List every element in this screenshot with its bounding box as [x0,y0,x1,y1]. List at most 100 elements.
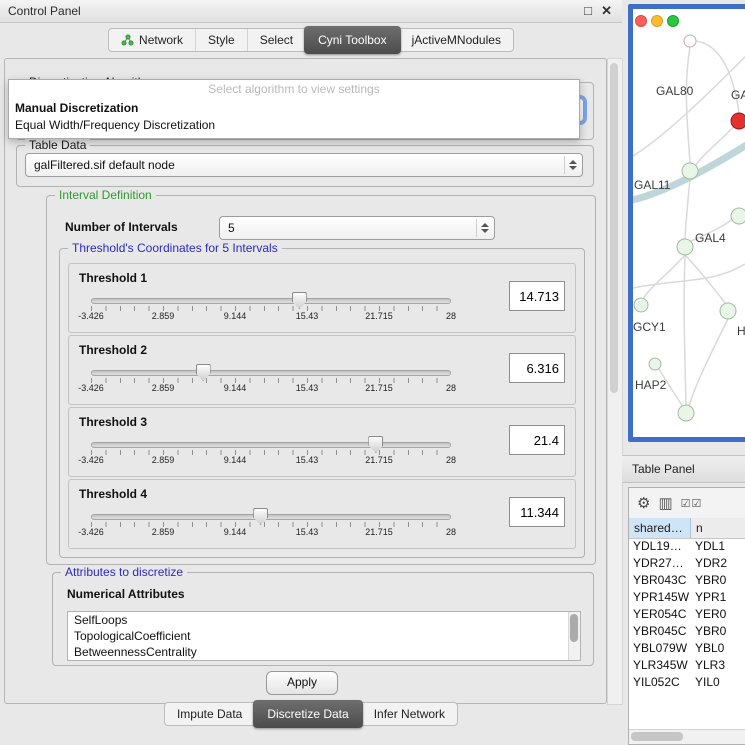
table-row[interactable]: YER054C YER0 [629,606,745,623]
slider-track[interactable] [91,370,451,376]
cell: YBR043C [629,572,691,589]
table-data-group: Table Data galFiltered.sif default node [16,145,594,187]
combo-arrows-icon [476,219,492,237]
threshold-4-value[interactable] [509,497,565,527]
combo-arrows-icon [564,156,580,174]
tab-impute-data[interactable]: Impute Data [165,703,254,725]
cell: YER054C [629,606,691,623]
threshold-1-value[interactable] [509,281,565,311]
tick-label: 9.144 [224,311,247,321]
table-row[interactable]: YIL052C YIL0 [629,674,745,691]
tab-network[interactable]: Network [109,29,195,51]
network-node[interactable] [678,405,694,421]
dropdown-option-equal-width[interactable]: Equal Width/Frequency Discretization [15,117,573,133]
interval-definition-title: Interval Definition [55,188,156,202]
table-row[interactable]: YBR045C YBR0 [629,623,745,640]
slider-ticks [91,450,451,455]
checkbox-icons[interactable]: ☑☑ [681,497,703,510]
slider-track[interactable] [91,298,451,304]
cell: YBR045C [629,623,691,640]
table-horizontal-scrollbar[interactable] [629,729,745,744]
tick-label: 28 [446,527,456,537]
network-node[interactable] [720,303,736,319]
threshold-3-panel: Threshold 3 -3.426 2.859 9.144 15.43 21.… [68,407,576,477]
tick-label: -3.426 [78,311,104,321]
apply-button[interactable]: Apply [266,671,338,695]
bottom-tab-bar: Impute Data Discretize Data Infer Networ… [0,702,622,726]
network-node-selected[interactable] [731,113,745,129]
num-intervals-combobox[interactable]: 5 [219,216,495,240]
threshold-3-slider[interactable]: -3.426 2.859 9.144 15.43 21.715 28 [91,436,451,472]
list-vertical-scrollbar[interactable] [568,612,580,660]
tab-cyni-toolbox[interactable]: Cyni Toolbox [304,26,400,54]
bottom-tab-group: Impute Data Discretize Data Infer Networ… [164,702,458,726]
tab-discretize-data[interactable]: Discretize Data [253,700,362,728]
network-node[interactable] [684,35,696,47]
table-row[interactable]: YBR043C YBR0 [629,572,745,589]
threshold-1-panel: Threshold 1 -3.426 2.859 9.144 15.43 21.… [68,263,576,333]
tick-label: 21.715 [365,455,393,465]
table-row[interactable]: YDL19… YDL1 [629,538,745,555]
close-window-icon[interactable]: ✕ [601,0,612,22]
cell: YER0 [691,606,745,623]
scrollbar-thumb[interactable] [631,732,683,741]
list-item[interactable]: BetweennessCentrality [68,644,580,660]
slider-ticks [91,306,451,311]
tab-infer-network[interactable]: Infer Network [362,703,457,725]
table-row[interactable]: YDR27… YDR2 [629,555,745,572]
cell: YLR3 [691,657,745,674]
table-data-group-title: Table Data [25,138,90,152]
table-panel-title: Table Panel [632,456,695,482]
tab-infer-network-label: Infer Network [374,703,445,725]
scrollbar-thumb[interactable] [570,614,578,642]
float-window-icon[interactable]: □ [584,0,592,22]
network-node[interactable] [682,163,698,179]
gear-icon[interactable]: ⚙ [637,494,650,512]
thresholds-group-title: Threshold's Coordinates for 5 Intervals [68,241,282,255]
scrollbar-thumb[interactable] [610,63,618,393]
table-rows: YDL19… YDL1 YDR27… YDR2 YBR043C YBR0 YPR… [629,538,745,730]
threshold-2-value[interactable] [509,353,565,383]
cell: YPR1 [691,589,745,606]
columns-icon[interactable]: ▥ [658,494,672,512]
cell: YDL19… [629,538,691,555]
table-data-combobox[interactable]: galFiltered.sif default node [25,153,583,177]
node-label: GA [731,88,745,102]
tab-style[interactable]: Style [195,29,247,51]
slider-track[interactable] [91,514,451,520]
table-row[interactable]: YLR345W YLR3 [629,657,745,674]
threshold-3-value[interactable] [509,425,565,455]
panel-vertical-scrollbar[interactable] [607,58,623,705]
slider-track[interactable] [91,442,451,448]
tab-cyni-toolbox-label: Cyni Toolbox [318,26,386,54]
threshold-1-slider[interactable]: -3.426 2.859 9.144 15.43 21.715 28 [91,292,451,328]
tick-label: -3.426 [78,455,104,465]
threshold-4-slider[interactable]: -3.426 2.859 9.144 15.43 21.715 28 [91,508,451,544]
network-canvas[interactable]: GAL80 GA GAL11 GAL4 GCY1 H HAP2 [633,9,745,437]
screen: Control Panel □ ✕ Network Style Select [0,0,745,745]
top-tab-bar: Network Style Select Cyni Toolbox jActiv… [0,28,622,52]
tick-label: 9.144 [224,455,247,465]
tick-label: 2.859 [152,311,175,321]
list-item[interactable]: TopologicalCoefficient [68,628,580,644]
tab-jactivemnodules-label: jActiveMNodules [412,29,501,51]
network-node[interactable] [677,239,693,255]
column-header-name[interactable]: n [691,518,745,538]
table-row[interactable]: YPR145W YPR1 [629,589,745,606]
tick-label: 2.859 [152,455,175,465]
tick-label: 21.715 [365,527,393,537]
network-node[interactable] [731,208,745,224]
numerical-attributes-list[interactable]: SelfLoops TopologicalCoefficient Between… [67,611,581,661]
threshold-2-slider[interactable]: -3.426 2.859 9.144 15.43 21.715 28 [91,364,451,400]
table-row[interactable]: YBL079W YBL0 [629,640,745,657]
thresholds-group: Threshold's Coordinates for 5 Intervals … [59,248,585,558]
threshold-1-label: Threshold 1 [79,271,147,285]
network-node[interactable] [634,298,648,312]
list-item[interactable]: SelfLoops [68,612,580,628]
network-node[interactable] [649,358,661,370]
node-label: GCY1 [633,320,666,334]
dropdown-option-manual[interactable]: Manual Discretization [15,100,573,116]
tab-select[interactable]: Select [247,29,305,51]
column-header-shared-name[interactable]: shared… [629,518,691,538]
tab-jactivemnodules[interactable]: jActiveMNodules [400,29,513,51]
